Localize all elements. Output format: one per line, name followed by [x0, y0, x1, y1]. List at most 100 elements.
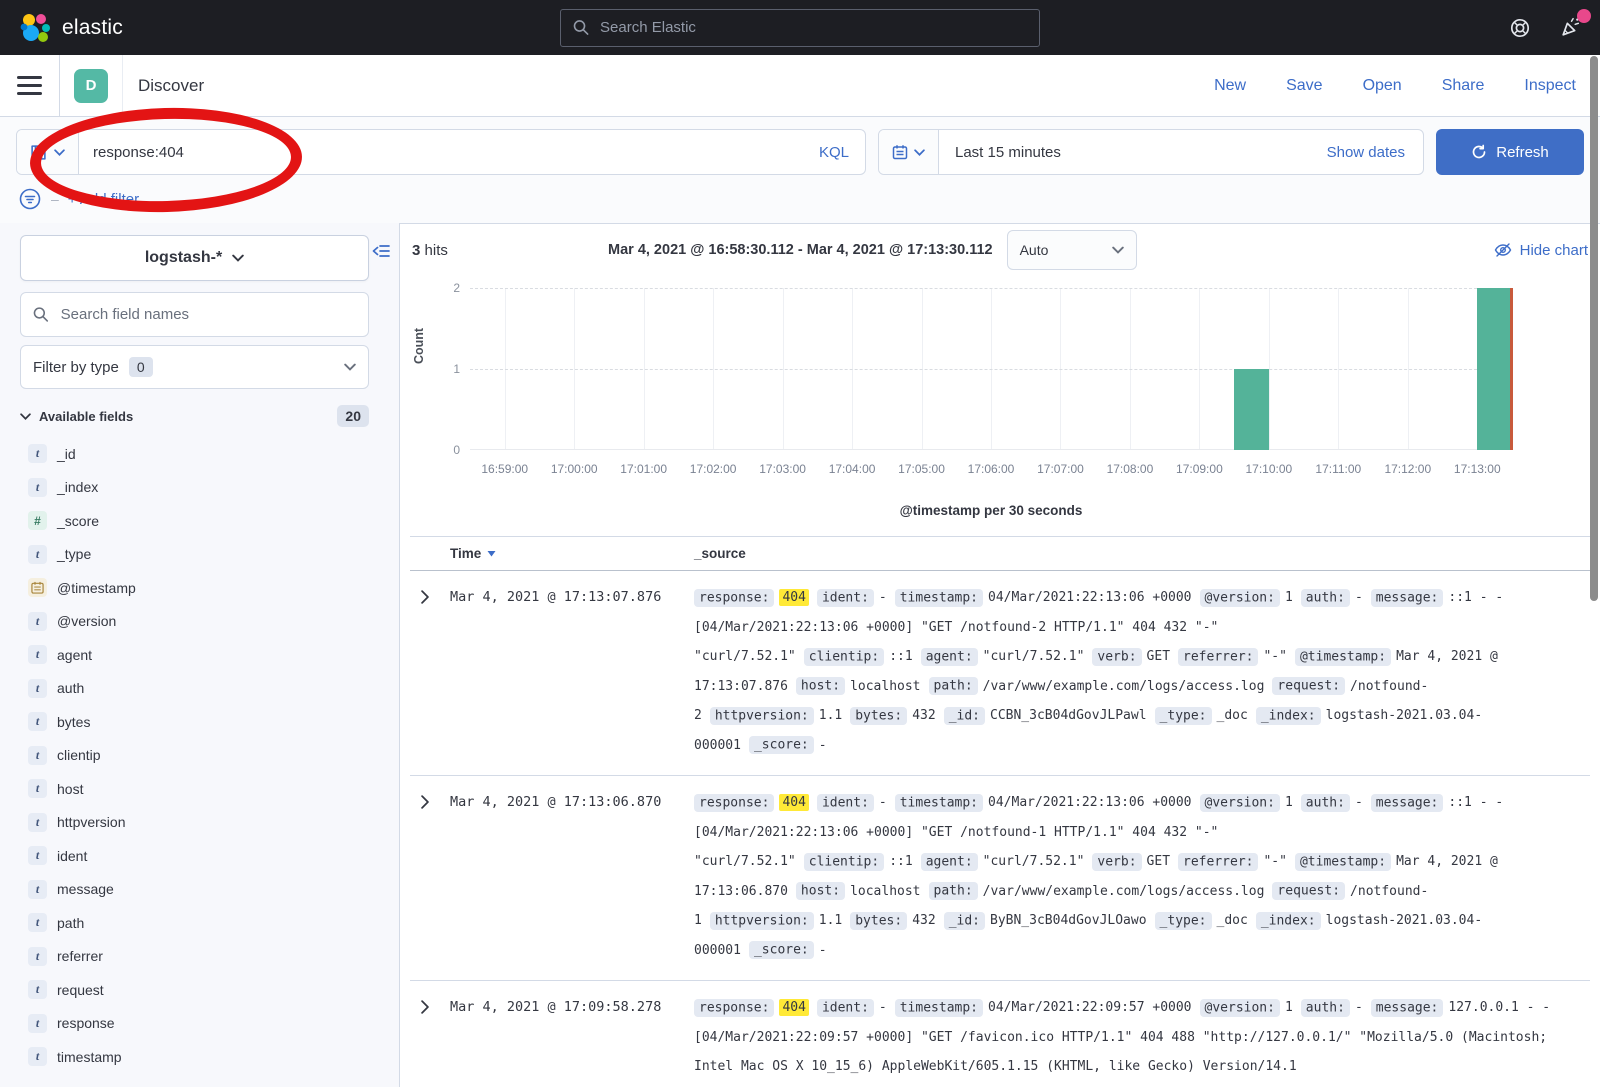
chevron-down-icon: [344, 363, 356, 371]
appbar-link-share[interactable]: Share: [1442, 77, 1485, 95]
interval-select[interactable]: Auto: [1007, 230, 1137, 270]
expand-row-icon[interactable]: [416, 998, 434, 1016]
discover-app-badge[interactable]: D: [74, 69, 108, 103]
index-pattern-select[interactable]: logstash-*: [20, 235, 369, 281]
histogram-bar[interactable]: [1477, 288, 1512, 450]
field-key-badge: verb:: [1092, 853, 1141, 871]
field-item-@version[interactable]: t@version: [20, 605, 369, 639]
table-row: Mar 4, 2021 @ 17:13:06.870response:404id…: [410, 776, 1590, 981]
field-value: -: [879, 590, 887, 605]
field-value: 04/Mar/2021:22:09:57 +0000: [988, 1000, 1192, 1015]
quick-select-date-button[interactable]: [879, 130, 939, 174]
field-value: _doc: [1217, 913, 1248, 928]
histogram-bar[interactable]: [1234, 369, 1269, 450]
field-search-input[interactable]: [59, 305, 356, 324]
field-item-_index[interactable]: t_index: [20, 471, 369, 505]
show-dates-button[interactable]: Show dates: [1309, 144, 1423, 161]
field-value: /var/www/example.com/logs/access.log: [983, 884, 1265, 899]
global-header: elastic: [0, 0, 1600, 55]
field-item-timestamp[interactable]: ttimestamp: [20, 1040, 369, 1074]
field-item-message[interactable]: tmessage: [20, 873, 369, 907]
field-value: "curl/7.52.1": [983, 649, 1085, 664]
expand-row-icon[interactable]: [416, 793, 434, 811]
brand-name: elastic: [62, 16, 123, 40]
elastic-brand[interactable]: elastic: [18, 11, 123, 45]
field-item-_type[interactable]: t_type: [20, 538, 369, 572]
field-item-@timestamp[interactable]: @timestamp: [20, 571, 369, 605]
x-axis-tick: 17:00:00: [551, 462, 598, 476]
expand-row-icon[interactable]: [416, 588, 434, 606]
field-name: clientip: [57, 747, 101, 763]
field-value: -: [879, 795, 887, 810]
field-name: request: [57, 982, 104, 998]
text-field-icon: t: [28, 478, 47, 497]
field-key-badge: timestamp:: [895, 794, 983, 812]
field-item-ident[interactable]: tident: [20, 839, 369, 873]
field-value: CCBN_3cB04dGovJLPawl: [990, 708, 1147, 723]
appbar-link-save[interactable]: Save: [1286, 77, 1322, 95]
documents-table: Time _source Mar 4, 2021 @ 17:13:07.876r…: [410, 536, 1590, 1087]
field-value: -: [1355, 795, 1363, 810]
field-item-auth[interactable]: tauth: [20, 672, 369, 706]
histogram-chart: Count 16:59:0017:00:0017:01:0017:02:0017…: [410, 278, 1590, 526]
field-item-request[interactable]: trequest: [20, 973, 369, 1007]
available-fields-header[interactable]: Available fields 20: [20, 405, 369, 427]
field-item-host[interactable]: thost: [20, 772, 369, 806]
filter-by-type-select[interactable]: Filter by type 0: [20, 345, 369, 389]
horizontal-gridline: [470, 288, 1512, 289]
scrollbar-thumb[interactable]: [1590, 56, 1598, 601]
field-key-badge: auth:: [1301, 794, 1350, 812]
field-item-httpversion[interactable]: thttpversion: [20, 806, 369, 840]
field-item-response[interactable]: tresponse: [20, 1007, 369, 1041]
appbar-link-inspect[interactable]: Inspect: [1524, 77, 1576, 95]
table-body: Mar 4, 2021 @ 17:13:07.876response:404id…: [410, 571, 1590, 1087]
scrollbar-track[interactable]: [1588, 0, 1600, 1089]
text-field-icon: t: [28, 444, 47, 463]
query-input[interactable]: [79, 144, 803, 161]
text-field-icon: t: [28, 913, 47, 932]
newsfeed-icon[interactable]: [1559, 16, 1582, 39]
field-search[interactable]: [20, 292, 369, 337]
field-name: _score: [57, 513, 99, 529]
field-item-bytes[interactable]: tbytes: [20, 705, 369, 739]
column-header-time[interactable]: Time: [450, 546, 694, 561]
time-range-value[interactable]: Last 15 minutes: [939, 144, 1077, 161]
field-value: ByBN_3cB04dGovJLOawo: [990, 913, 1147, 928]
refresh-button[interactable]: Refresh: [1436, 129, 1584, 175]
field-value: ::1: [889, 854, 912, 869]
chart-plot[interactable]: 16:59:0017:00:0017:01:0017:02:0017:03:00…: [470, 288, 1512, 450]
help-icon[interactable]: [1509, 17, 1531, 39]
field-item-_score[interactable]: #_score: [20, 504, 369, 538]
appbar-link-new[interactable]: New: [1214, 77, 1246, 95]
filter-menu-icon[interactable]: [18, 187, 42, 211]
field-key-badge: referrer:: [1178, 853, 1258, 871]
x-axis-line: [470, 449, 1512, 450]
field-item-referrer[interactable]: treferrer: [20, 940, 369, 974]
field-name: agent: [57, 647, 92, 663]
text-field-icon: t: [28, 1014, 47, 1033]
sort-desc-icon: [487, 550, 496, 557]
field-item-path[interactable]: tpath: [20, 906, 369, 940]
field-value: "-": [1263, 649, 1286, 664]
field-list: t_idt_index#_scoret_type@timestampt@vers…: [20, 437, 369, 1074]
add-filter-button[interactable]: + Add filter: [68, 191, 139, 208]
menu-hamburger-icon[interactable]: [0, 55, 60, 116]
field-key-badge: response:: [694, 999, 774, 1017]
query-language-button[interactable]: KQL: [803, 144, 865, 161]
query-section: KQL Last 15 minutes Show dates: [0, 117, 1600, 223]
field-value: -: [879, 1000, 887, 1015]
x-axis-tick: 17:09:00: [1176, 462, 1223, 476]
field-item-clientip[interactable]: t clientip: [20, 739, 369, 773]
field-item-_id[interactable]: t_id: [20, 437, 369, 471]
appbar-link-open[interactable]: Open: [1363, 77, 1402, 95]
global-search-input[interactable]: [598, 18, 1027, 37]
saved-query-menu-button[interactable]: [17, 130, 79, 174]
type-filter-count-badge: 0: [129, 357, 153, 377]
global-search[interactable]: [560, 9, 1040, 47]
text-field-icon: t: [28, 880, 47, 899]
collapse-sidebar-icon[interactable]: [372, 243, 390, 259]
field-value: 1: [1285, 590, 1293, 605]
text-field-icon: t: [28, 746, 47, 765]
hide-chart-button[interactable]: Hide chart: [1494, 242, 1588, 259]
field-item-agent[interactable]: tagent: [20, 638, 369, 672]
